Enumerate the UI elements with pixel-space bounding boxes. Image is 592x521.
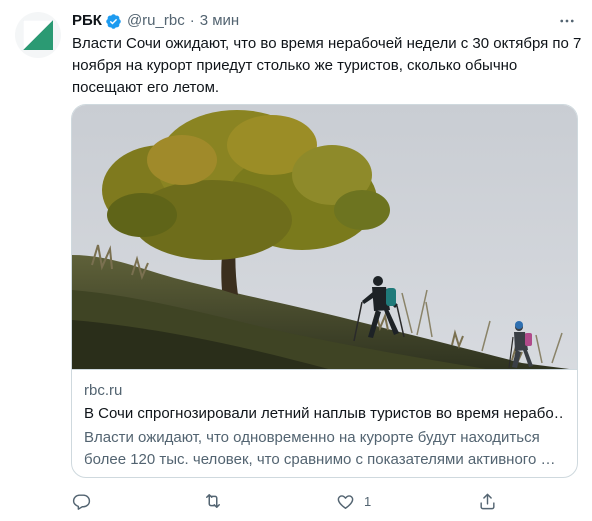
like-count: 1	[364, 493, 372, 509]
separator-dot: ·	[189, 12, 195, 29]
card-description: Власти ожидают, что одновременно на куро…	[84, 429, 556, 468]
retweet-button[interactable]	[196, 484, 232, 518]
avatar[interactable]	[15, 12, 61, 58]
reply-button[interactable]	[64, 484, 100, 518]
link-card[interactable]: rbc.ru В Сочи спрогнозировали летний нап…	[71, 104, 578, 478]
more-icon[interactable]	[554, 8, 580, 34]
timestamp[interactable]: 3 мин	[200, 11, 240, 31]
tweet-text: Власти Сочи ожидают, что во время нерабо…	[72, 35, 582, 96]
tweet-header: РБК @ru_rbc · 3 мин	[72, 10, 239, 32]
author-handle[interactable]: @ru_rbc	[127, 11, 185, 31]
author-name[interactable]: РБК	[72, 11, 102, 31]
retweet-icon	[196, 484, 230, 518]
like-icon	[328, 484, 362, 518]
card-domain: rbc.ru	[84, 382, 123, 399]
verified-badge-icon	[105, 13, 122, 30]
tweet-actions: 1	[64, 484, 504, 518]
reply-icon	[64, 484, 98, 518]
card-title[interactable]: В Сочи спрогнозировали летний наплыв тур…	[84, 403, 564, 425]
card-image[interactable]	[72, 105, 577, 370]
share-icon	[470, 484, 504, 518]
rbc-logo-icon	[23, 20, 53, 50]
tweet[interactable]: РБК @ru_rbc · 3 мин Власти Сочи ожидают,…	[0, 0, 592, 521]
share-button[interactable]	[470, 484, 506, 518]
like-button[interactable]: 1	[328, 484, 371, 518]
